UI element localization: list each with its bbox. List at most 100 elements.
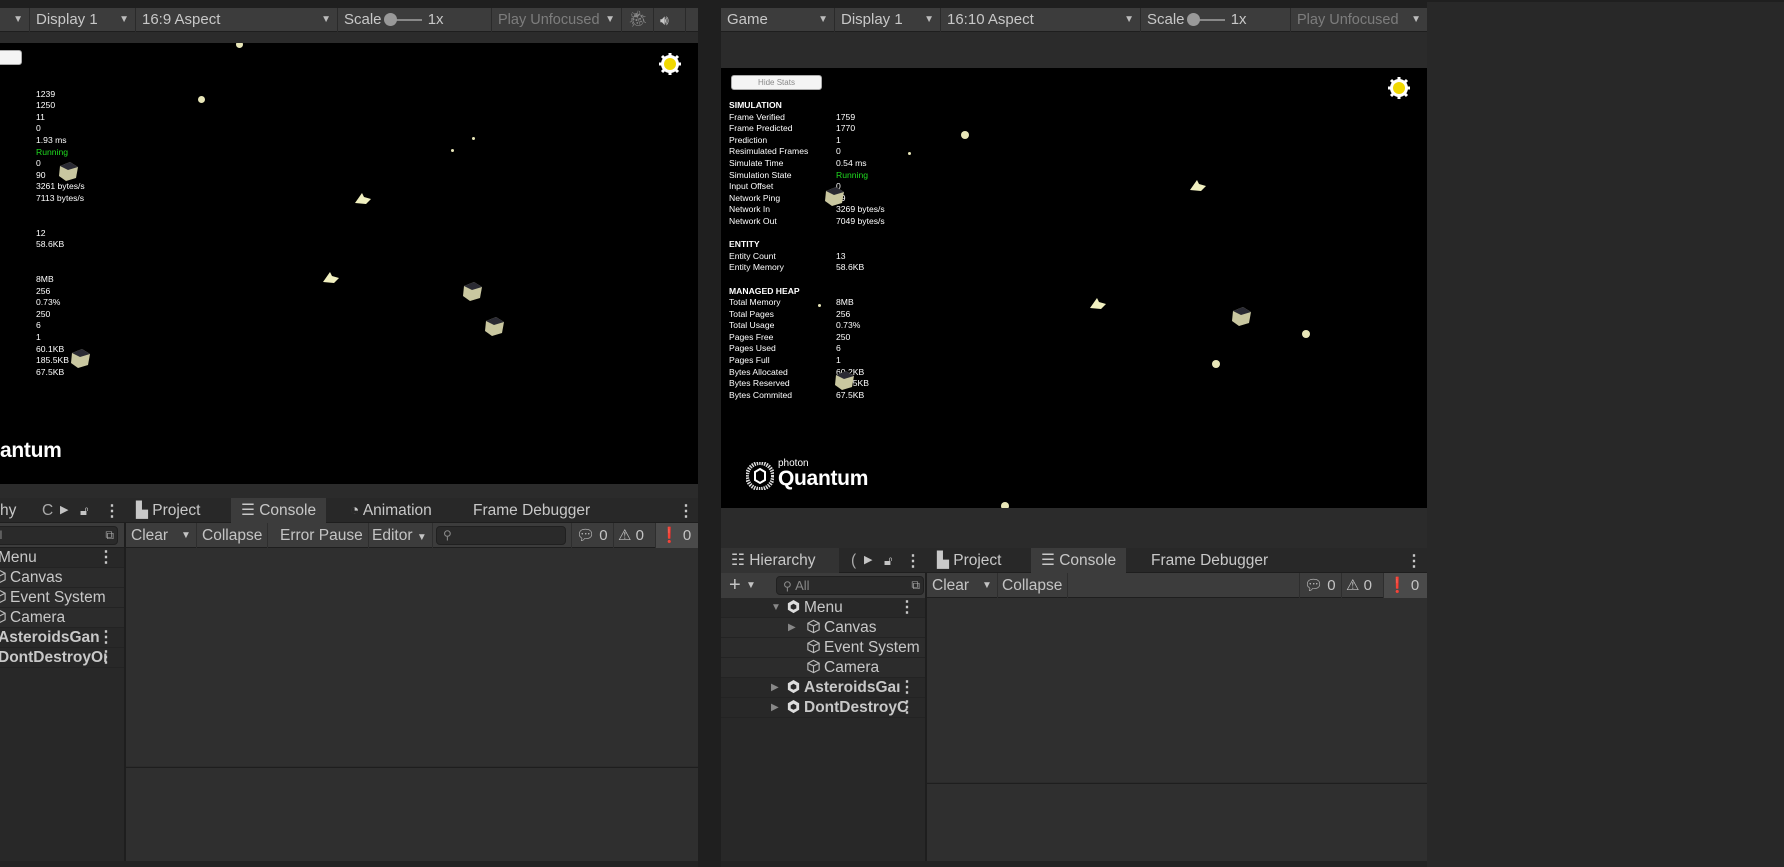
hierarchy-item[interactable]: Camera [721,658,925,678]
kebab-menu-icon[interactable]: ⋮ [899,698,915,718]
tab-frame-debugger[interactable]: Frame Debugger [463,498,600,523]
hierarchy-search-input[interactable]: ⚲ All ⧉ [776,576,924,595]
error-pause-button[interactable]: Error Pause [275,523,369,548]
display-dropdown[interactable]: Display 1 ▼ [835,8,941,32]
stats-row: Bytes Reserved185.5KB [729,378,869,390]
info-count-toggle[interactable]: 💬︎ 0 [571,523,612,548]
scale-slider[interactable] [1186,13,1225,27]
tab-console[interactable]: ☰ Console [1031,548,1127,573]
console-log-area[interactable] [126,548,698,766]
kebab-menu-icon[interactable]: ⋮ [104,501,120,521]
scene-search-icon[interactable]: ⧉ [105,527,114,544]
console-log-area[interactable] [927,598,1427,782]
lock-icon[interactable]: 🔓︎ [80,498,88,523]
right-toolbar-row: + ▼ ⚲ All ⧉ Clear ▼ Collapse 💬︎ 0 ⚠ 0 ❗ 0 [721,573,1427,598]
clear-button[interactable]: Clear [927,573,974,598]
hide-stats-button[interactable]: Hide Stats [731,75,822,90]
tab-label: Console [1059,552,1117,569]
kebab-menu-icon[interactable]: ⋮ [899,678,915,698]
right-game-view[interactable]: Hide Stats SIMULATION Frame Verified 1759 F… [721,68,1427,508]
aspect-dropdown[interactable]: 16:9 Aspect ▼ [136,8,338,32]
hierarchy-item[interactable]: Camera [0,608,124,628]
scroll-right-arrow-icon[interactable]: ▶ [60,498,68,523]
hierarchy-item-label: Menu [804,599,843,616]
info-count-toggle[interactable]: 💬︎ 0 [1299,573,1340,598]
stats-label: Pages Full [729,355,770,366]
clear-options-dropdown[interactable]: ▼ [176,523,197,548]
warning-count-toggle[interactable]: ⚠ 0 [1341,573,1376,598]
hierarchy-item[interactable]: ▶ Canvas [721,618,925,638]
play-mode-dropdown[interactable]: Play Unfocused ▼ [492,8,622,32]
kebab-menu-icon[interactable]: ⋮ [98,628,114,648]
console-detail-area[interactable] [927,783,1427,861]
play-mode-dropdown[interactable]: Play Unfocused ▼ [1291,8,1427,32]
kebab-menu-icon[interactable]: ⋮ [678,501,694,521]
sun-gear-icon[interactable] [1388,77,1410,99]
expand-right-icon[interactable]: ▶ [771,698,779,718]
view-dropdown[interactable]: ▼ [0,8,30,32]
hierarchy-item-label: AsteroidsGaı [804,679,901,696]
error-icon: ❗ [660,527,679,544]
hierarchy-item[interactable]: ▼ Menu ⋮ [721,598,925,618]
scale-control[interactable]: Scale 1x [338,8,492,32]
left-game-view[interactable]: 1239 1250 11 0 1.93 ms Running 0 90 3261 bytes/s… [0,43,698,484]
tab-frame-debugger[interactable]: Frame Debugger [1141,548,1278,573]
hierarchy-item[interactable]: Canvas [0,568,124,588]
clear-button[interactable]: Clear [126,523,173,548]
clear-options-dropdown[interactable]: ▼ [977,573,998,598]
scale-slider[interactable] [383,13,422,27]
hierarchy-icon: ☷ [731,552,750,569]
kebab-menu-icon[interactable]: ⋮ [899,598,915,618]
hierarchy-search-input[interactable]: ll ⧉ [0,526,118,545]
scene-search-icon[interactable]: ⧉ [911,577,920,594]
bug-icon[interactable]: 🐞︎ [622,8,654,32]
editor-dropdown[interactable]: Editor ▼ [367,523,433,548]
stats-value: 0.54 ms [836,157,867,168]
chevron-down-icon[interactable]: ▼ [746,573,756,598]
unity-scene-icon [787,679,800,694]
hierarchy-item[interactable]: Event System [0,588,124,608]
hierarchy-item[interactable]: ▶ AsteroidsGaı ⋮ [721,678,925,698]
hierarchy-item[interactable]: Menu ⋮ [0,548,124,568]
console-search-input[interactable]: ⚲ [436,526,566,545]
aspect-dropdown[interactable]: 16:10 Aspect ▼ [941,8,1141,32]
hierarchy-item-label: Event System [824,639,920,656]
hide-stats-button[interactable] [0,50,22,65]
expand-down-icon[interactable]: ▼ [771,598,781,618]
collapse-button[interactable]: Collapse [997,573,1069,598]
info-icon: 💬︎ [576,527,596,544]
display-dropdown[interactable]: Display 1 ▼ [30,8,136,32]
tab-second[interactable]: C [36,498,59,523]
view-dropdown[interactable]: Game ▼ [721,8,835,32]
expand-right-icon[interactable]: ▶ [788,618,796,638]
tab-animation[interactable]: ◔ Animation [340,498,442,523]
error-count-toggle[interactable]: ❗ 0 [655,523,698,548]
add-icon[interactable]: + [729,573,741,598]
split-divider[interactable] [698,0,721,867]
kebab-menu-icon[interactable]: ⋮ [98,548,114,568]
hierarchy-item[interactable]: AsteroidsGan ⋮ [0,628,124,648]
sun-gear-icon[interactable] [659,53,681,75]
console-detail-area[interactable] [126,767,698,861]
warning-count-toggle[interactable]: ⚠ 0 [613,523,648,548]
tab-project[interactable]: ▙ Project [927,548,1011,573]
hierarchy-item[interactable]: ▶ DontDestroyC ⋮ [721,698,925,718]
stats-label: Entity Memory [729,262,784,273]
kebab-menu-icon[interactable]: ⋮ [98,648,114,668]
collapse-button[interactable]: Collapse [197,523,269,548]
tab-project[interactable]: ▙ Project [126,498,210,523]
hierarchy-item[interactable]: DontDestroyOı ⋮ [0,648,124,668]
tab-console[interactable]: ☰ Console [231,498,327,523]
tab-hierarchy[interactable]: ☷ Hierarchy [721,548,839,573]
kebab-menu-icon[interactable]: ⋮ [905,551,921,571]
audio-icon[interactable]: 🔊︎ [654,8,686,32]
scroll-right-arrow-icon[interactable]: ▶ [864,548,872,573]
error-count-toggle[interactable]: ❗ 0 [1383,573,1427,598]
lock-icon[interactable]: 🔓︎ [884,548,892,573]
tab-second[interactable]: ( [845,548,862,573]
kebab-menu-icon[interactable]: ⋮ [1406,551,1422,571]
stats-label: Pages Free [729,331,774,342]
hierarchy-item[interactable]: Event System [721,638,925,658]
scale-control[interactable]: Scale 1x [1141,8,1291,32]
expand-right-icon[interactable]: ▶ [771,678,779,698]
